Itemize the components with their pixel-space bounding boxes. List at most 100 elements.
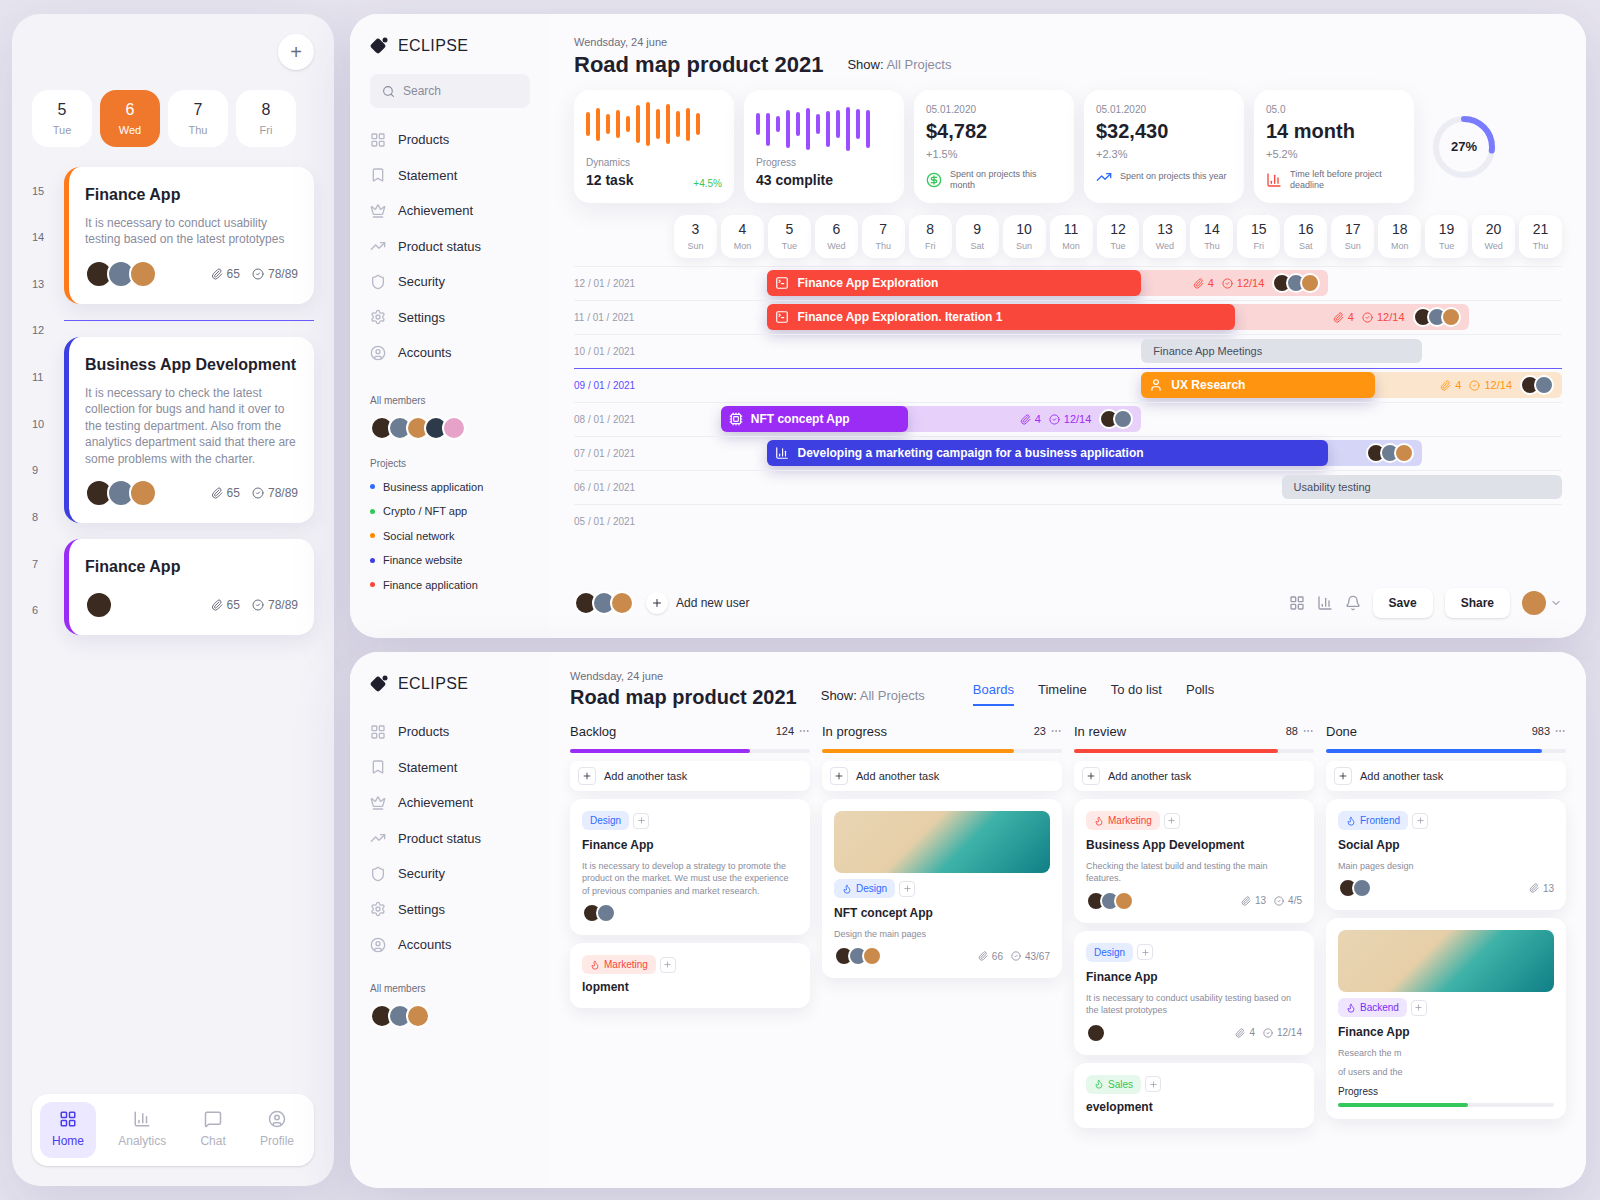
gantt-bar[interactable]: Usability testing	[1282, 475, 1562, 499]
avatar[interactable]	[1086, 1023, 1106, 1043]
nav-item[interactable]: Settings	[370, 894, 530, 926]
tag[interactable]: Frontend	[1338, 811, 1408, 830]
nav-item[interactable]: Accounts	[370, 929, 530, 961]
tag[interactable]: Marketing	[1086, 811, 1160, 830]
add-task-button[interactable]: Add another task	[1074, 761, 1314, 791]
nav-item[interactable]: Statement	[370, 752, 530, 784]
show-filter[interactable]: Show: All Projects	[847, 55, 951, 79]
task-card[interactable]: BackendFinance AppResearch the mof users…	[1326, 918, 1566, 1119]
task-card[interactable]: Salesevelopment	[1074, 1063, 1314, 1128]
task-card[interactable]: DesignFinance AppIt is necessary to deve…	[570, 799, 810, 935]
day-cell[interactable]: 4Mon	[721, 215, 764, 258]
view-tab[interactable]: Timeline	[1038, 680, 1087, 706]
avatar[interactable]	[1114, 891, 1134, 911]
avatar[interactable]	[129, 479, 157, 507]
avatar[interactable]	[1113, 409, 1133, 429]
chart-icon[interactable]	[1317, 595, 1333, 611]
user-menu[interactable]	[1522, 591, 1562, 615]
add-tag-button[interactable]	[633, 813, 649, 829]
logo[interactable]: ECLIPSE	[370, 34, 530, 58]
task-card[interactable]: Marketinglopment	[570, 943, 810, 1008]
tab-item[interactable]: Profile	[248, 1102, 306, 1158]
project-item[interactable]: Finance application	[370, 577, 530, 594]
add-task-button[interactable]: Add another task	[570, 761, 810, 791]
more-icon[interactable]	[1554, 725, 1566, 737]
add-tag-button[interactable]	[660, 957, 676, 973]
task-card[interactable]: FrontendSocial AppMain pages design13	[1326, 799, 1566, 910]
day-cell[interactable]: 7Thu	[862, 215, 905, 258]
more-icon[interactable]	[1302, 725, 1314, 737]
task-card[interactable]: DesignNFT concept AppDesign the main pag…	[822, 799, 1062, 978]
add-task-button[interactable]: Add another task	[822, 761, 1062, 791]
tab-item[interactable]: Chat	[188, 1102, 237, 1158]
tab-item[interactable]: Analytics	[106, 1102, 178, 1158]
add-button[interactable]: +	[278, 34, 314, 70]
day-cell[interactable]: 20Wed	[1472, 215, 1515, 258]
nav-item[interactable]: Statement	[370, 160, 530, 192]
nav-item[interactable]: Product status	[370, 231, 530, 263]
gantt-bar[interactable]: Finance App Meetings	[1141, 339, 1421, 363]
add-tag-button[interactable]	[1137, 944, 1153, 960]
tag[interactable]: Sales	[1086, 1075, 1141, 1094]
event-card[interactable]: Finance AppIt is necessary to conduct us…	[64, 167, 314, 304]
task-card[interactable]: MarketingBusiness App DevelopmentCheckin…	[1074, 799, 1314, 923]
day-cell[interactable]: 6Wed	[100, 90, 160, 147]
day-cell[interactable]: 15Fri	[1237, 215, 1280, 258]
search-field[interactable]: Search	[370, 74, 530, 108]
add-user-button[interactable]: Add new user	[646, 592, 749, 614]
day-cell[interactable]: 6Wed	[815, 215, 858, 258]
gantt-bar[interactable]: Finance App Exploration412/14	[767, 270, 1328, 296]
avatar[interactable]	[1352, 878, 1372, 898]
nav-item[interactable]: Accounts	[370, 337, 530, 369]
nav-item[interactable]: Settings	[370, 302, 530, 334]
bell-icon[interactable]	[1345, 595, 1361, 611]
avatar[interactable]	[1300, 273, 1320, 293]
tag[interactable]: Design	[834, 879, 895, 898]
day-cell[interactable]: 13Wed	[1143, 215, 1186, 258]
nav-item[interactable]: Security	[370, 858, 530, 890]
view-tab[interactable]: To do list	[1111, 680, 1162, 706]
tag[interactable]: Design	[1086, 943, 1133, 962]
day-cell[interactable]: 18Mon	[1378, 215, 1421, 258]
avatar[interactable]	[442, 416, 466, 440]
day-cell[interactable]: 19Tue	[1425, 215, 1468, 258]
day-cell[interactable]: 9Sat	[956, 215, 999, 258]
tab-item[interactable]: Home	[40, 1102, 96, 1158]
more-icon[interactable]	[1050, 725, 1062, 737]
day-cell[interactable]: 10Sun	[1003, 215, 1046, 258]
nav-item[interactable]: Achievement	[370, 787, 530, 819]
day-cell[interactable]: 7Thu	[168, 90, 228, 147]
add-tag-button[interactable]	[1164, 813, 1180, 829]
project-item[interactable]: Business application	[370, 479, 530, 496]
add-tag-button[interactable]	[1412, 813, 1428, 829]
day-cell[interactable]: 14Thu	[1190, 215, 1233, 258]
avatar[interactable]	[1441, 307, 1461, 327]
day-cell[interactable]: 5Tue	[768, 215, 811, 258]
day-cell[interactable]: 11Mon	[1050, 215, 1093, 258]
tag[interactable]: Design	[582, 811, 629, 830]
event-card[interactable]: Finance App6578/89	[64, 539, 314, 635]
nav-item[interactable]: Products	[370, 124, 530, 156]
day-cell[interactable]: 17Sun	[1331, 215, 1374, 258]
nav-item[interactable]: Product status	[370, 823, 530, 855]
project-item[interactable]: Crypto / NFT app	[370, 503, 530, 520]
gantt-bar[interactable]: Developing a marketing campaign for a bu…	[767, 440, 1421, 466]
nav-item[interactable]: Security	[370, 266, 530, 298]
view-tab[interactable]: Polls	[1186, 680, 1214, 706]
add-tag-button[interactable]	[1411, 1000, 1427, 1016]
task-card[interactable]: DesignFinance AppIt is necessary to cond…	[1074, 931, 1314, 1055]
project-item[interactable]: Social network	[370, 528, 530, 545]
avatar[interactable]	[406, 1004, 430, 1028]
add-tag-button[interactable]	[899, 881, 915, 897]
nav-item[interactable]: Achievement	[370, 195, 530, 227]
gantt-bar[interactable]: NFT concept App412/14	[721, 406, 1142, 432]
event-card[interactable]: Business App DevelopmentIt is necessary …	[64, 337, 314, 524]
day-cell[interactable]: 21Thu	[1519, 215, 1562, 258]
tag[interactable]: Backend	[1338, 998, 1407, 1017]
avatar[interactable]	[610, 591, 634, 615]
add-tag-button[interactable]	[1145, 1076, 1161, 1092]
avatar[interactable]	[129, 260, 157, 288]
avatar[interactable]	[596, 903, 616, 923]
show-filter[interactable]: Show: All Projects	[821, 686, 925, 710]
more-icon[interactable]	[798, 725, 810, 737]
